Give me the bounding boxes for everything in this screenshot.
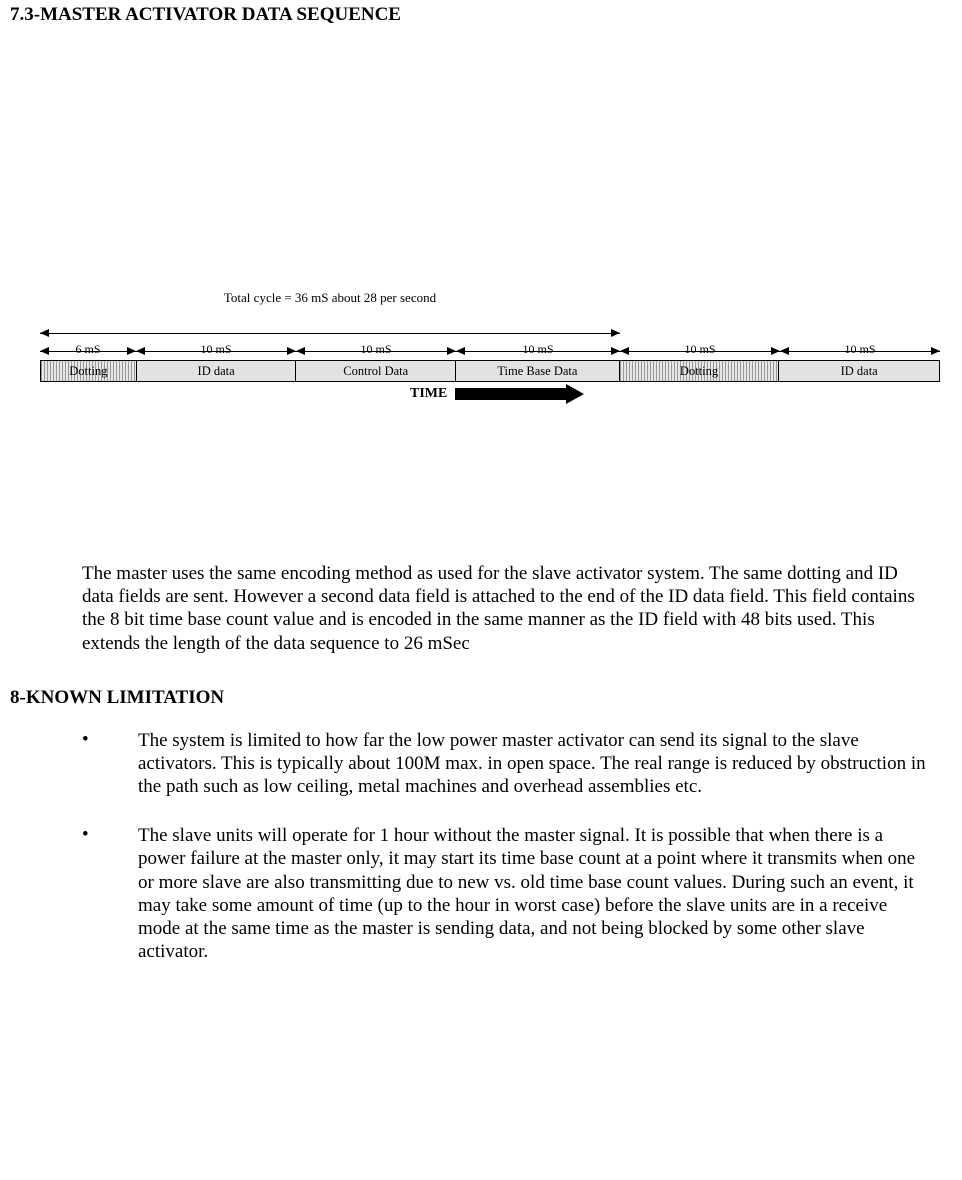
heading-7-3: 7.3-MASTER ACTIVATOR DATA SEQUENCE bbox=[10, 4, 952, 26]
segment-durations-row: 6 mS 10 mS 10 mS 10 mS 10 mS 10 mS bbox=[40, 342, 940, 360]
segment-dotting-1: Dotting bbox=[41, 361, 137, 381]
segment-id-data-1: ID data bbox=[137, 361, 297, 381]
duration-3: 10 mS bbox=[296, 342, 456, 357]
duration-2: 10 mS bbox=[136, 342, 296, 357]
segment-id-data-2: ID data bbox=[779, 361, 939, 381]
bullet-icon: • bbox=[82, 729, 138, 799]
timeline: Dotting ID data Control Data Time Base D… bbox=[40, 360, 940, 382]
total-span-arrow bbox=[40, 333, 620, 334]
duration-6: 10 mS bbox=[780, 342, 940, 357]
bullet-text-2: The slave units will operate for 1 hour … bbox=[138, 824, 932, 963]
time-axis-label: TIME bbox=[410, 386, 447, 402]
segment-dotting-2: Dotting bbox=[620, 361, 780, 381]
time-axis-row: TIME bbox=[40, 386, 962, 402]
duration-4: 10 mS bbox=[456, 342, 620, 357]
total-span-arrow-row bbox=[40, 324, 940, 342]
list-item: • The system is limited to how far the l… bbox=[82, 729, 932, 799]
limitations-list: • The system is limited to how far the l… bbox=[82, 729, 932, 964]
segment-control: Control Data bbox=[296, 361, 456, 381]
duration-1: 6 mS bbox=[40, 342, 136, 357]
paragraph-master-encoding: The master uses the same encoding method… bbox=[82, 562, 932, 655]
list-item: • The slave units will operate for 1 hou… bbox=[82, 824, 932, 963]
bullet-icon: • bbox=[82, 824, 138, 963]
time-arrow-icon bbox=[455, 388, 567, 400]
timing-diagram: Total cycle = 36 mS about 28 per second … bbox=[40, 306, 952, 402]
total-cycle-label: Total cycle = 36 mS about 28 per second bbox=[40, 290, 620, 306]
heading-8: 8-KNOWN LIMITATION bbox=[10, 687, 952, 709]
total-cycle-row: Total cycle = 36 mS about 28 per second bbox=[40, 306, 940, 324]
segment-time-base: Time Base Data bbox=[456, 361, 620, 381]
bullet-text-1: The system is limited to how far the low… bbox=[138, 729, 932, 799]
duration-5: 10 mS bbox=[620, 342, 780, 357]
